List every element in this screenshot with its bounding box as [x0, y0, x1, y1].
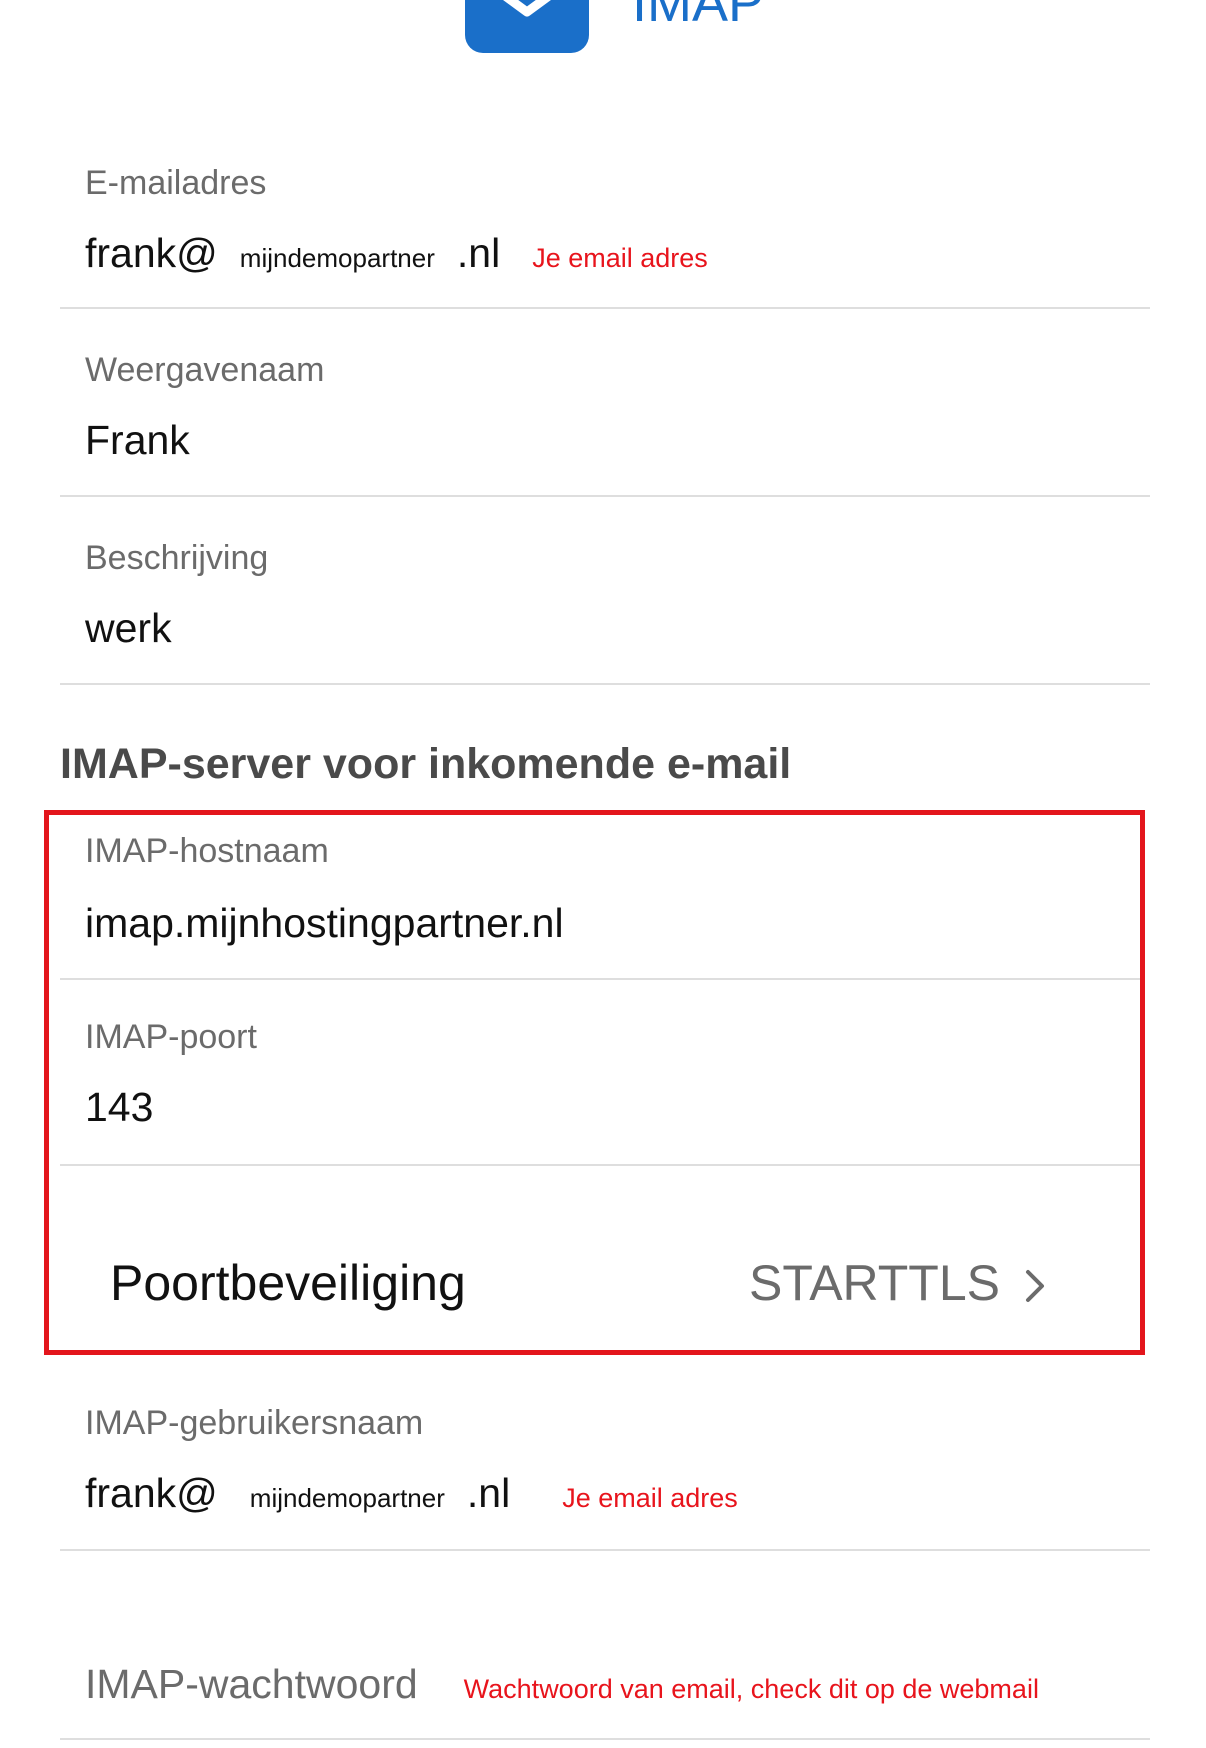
email-value-prefix: frank@: [85, 230, 218, 276]
imap-port-label: IMAP-poort: [85, 1018, 257, 1056]
display-name-value[interactable]: Frank: [85, 417, 190, 464]
email-annotation: Je email adres: [532, 243, 708, 273]
imap-port-value[interactable]: 143: [85, 1084, 153, 1131]
email-label: E-mailadres: [85, 164, 267, 202]
imap-username-value[interactable]: frank@ mijndemopartner .nl Je email adre…: [85, 1470, 738, 1517]
description-field[interactable]: Beschrijving werk: [60, 497, 1150, 685]
imap-hostname-value[interactable]: imap.mijnhostingpartner.nl: [85, 900, 564, 947]
email-value-suffix: .nl: [456, 230, 501, 276]
app-title: IMAP: [632, 0, 765, 33]
imap-hostname-field[interactable]: IMAP-hostnaam imap.mijnhostingpartner.nl: [60, 816, 1140, 980]
imap-username-field[interactable]: IMAP-gebruikersnaam frank@ mijndemopartn…: [60, 1394, 1150, 1551]
imap-username-prefix: frank@: [85, 1470, 218, 1516]
email-value[interactable]: frank@ mijndemopartner .nl Je email adre…: [85, 230, 708, 277]
display-name-field[interactable]: Weergavenaam Frank: [60, 309, 1150, 497]
incoming-server-section-title: IMAP-server voor inkomende e-mail: [60, 740, 792, 788]
imap-username-label: IMAP-gebruikersnaam: [85, 1404, 424, 1442]
imap-username-domain: mijndemopartner: [249, 1483, 445, 1513]
port-security-value: STARTTLS: [749, 1255, 1000, 1311]
mail-envelope-icon: [465, 0, 589, 53]
chevron-right-icon: [1026, 1270, 1044, 1302]
imap-hostname-label: IMAP-hostnaam: [85, 832, 329, 870]
port-security-row[interactable]: Poortbeveiliging STARTTLS: [60, 1170, 1140, 1350]
email-field[interactable]: E-mailadres frank@ mijndemopartner .nl J…: [60, 150, 1150, 309]
description-label: Beschrijving: [85, 539, 269, 577]
imap-password-row: IMAP-wachtwoord Wachtwoord van email, ch…: [85, 1661, 1039, 1708]
imap-username-suffix: .nl: [466, 1470, 511, 1516]
email-value-domain: mijndemopartner: [239, 243, 435, 273]
imap-username-annotation: Je email adres: [562, 1483, 738, 1513]
port-security-label: Poortbeveiliging: [110, 1255, 466, 1311]
imap-password-annotation: Wachtwoord van email, check dit op de we…: [463, 1674, 1039, 1704]
imap-port-field[interactable]: IMAP-poort 143: [60, 980, 1140, 1166]
imap-password-label: IMAP-wachtwoord: [85, 1661, 418, 1707]
description-value[interactable]: werk: [85, 605, 172, 652]
display-name-label: Weergavenaam: [85, 351, 325, 389]
imap-password-field[interactable]: IMAP-wachtwoord Wachtwoord van email, ch…: [60, 1551, 1150, 1740]
